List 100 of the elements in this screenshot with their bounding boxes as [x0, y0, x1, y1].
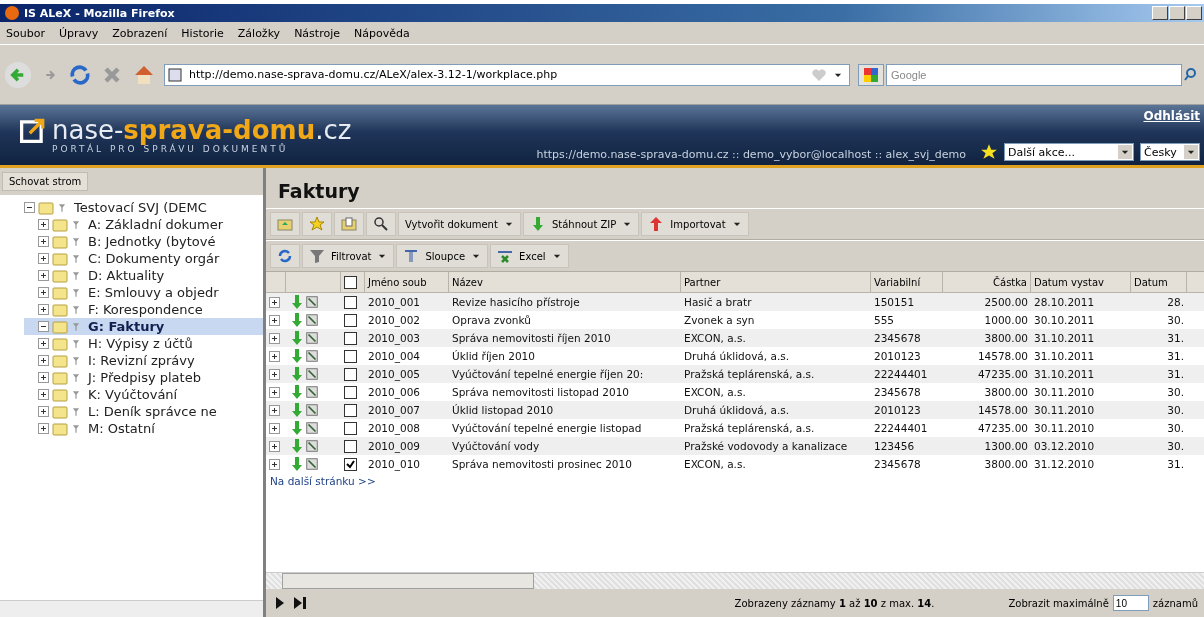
toolbar-button[interactable]: [366, 212, 396, 236]
search-field[interactable]: Google: [886, 63, 1182, 86]
expand-icon[interactable]: [38, 406, 49, 417]
row-checkbox[interactable]: [344, 349, 357, 363]
column-header[interactable]: Partner: [681, 272, 871, 292]
menu-item[interactable]: Historie: [181, 26, 224, 40]
tree-item[interactable]: B: Jednotky (bytové: [24, 233, 263, 250]
tree-item[interactable]: Testovací SVJ (DEMC: [24, 199, 263, 216]
expand-icon[interactable]: [269, 332, 280, 344]
menu-item[interactable]: Záložky: [237, 26, 281, 40]
menu-button[interactable]: Sloupce: [396, 244, 489, 268]
star-icon: [980, 143, 998, 161]
language-dropdown[interactable]: Česky: [1140, 143, 1200, 161]
expand-icon[interactable]: [38, 304, 49, 315]
tree-item[interactable]: M: Ostatní: [24, 420, 263, 437]
tree-item[interactable]: L: Deník správce ne: [24, 403, 263, 420]
tree-item[interactable]: E: Smlouvy a objedr: [24, 284, 263, 301]
expand-icon[interactable]: [38, 253, 49, 264]
row-checkbox[interactable]: [344, 385, 357, 399]
expand-icon[interactable]: [269, 314, 280, 326]
menu-item[interactable]: Úpravy: [58, 26, 99, 40]
column-header[interactable]: Částka: [943, 272, 1031, 292]
minimize-button[interactable]: [1152, 6, 1168, 20]
expand-icon[interactable]: [269, 422, 280, 434]
column-header[interactable]: Datum vystav: [1031, 272, 1131, 292]
folder-icon: [52, 403, 68, 420]
expand-icon[interactable]: [269, 458, 280, 470]
row-checkbox[interactable]: [344, 367, 357, 381]
column-header[interactable]: Datum: [1131, 272, 1187, 292]
next-page-link[interactable]: Na další stránku >>: [266, 473, 380, 489]
row-checkbox[interactable]: [344, 295, 357, 309]
search-engine-icon: [863, 66, 879, 83]
collapse-icon[interactable]: [24, 202, 35, 213]
table-cell-text: 30.: [1166, 385, 1185, 400]
column-header[interactable]: Název: [449, 272, 681, 292]
row-checkbox[interactable]: [344, 439, 357, 453]
row-checkbox[interactable]: [344, 457, 357, 471]
expand-icon[interactable]: [38, 338, 49, 349]
tree-item[interactable]: K: Vyúčtování: [24, 386, 263, 403]
column-header[interactable]: Jméno soub: [365, 272, 449, 292]
expand-icon[interactable]: [269, 440, 280, 452]
row-checkbox[interactable]: [344, 331, 357, 345]
menu-button[interactable]: Filtrovat: [302, 244, 395, 268]
close-button[interactable]: [1186, 6, 1202, 20]
toolbar-button[interactable]: [270, 244, 300, 268]
expand-icon[interactable]: [38, 355, 49, 366]
tree-item[interactable]: F: Korespondence: [24, 301, 263, 318]
row-checkbox[interactable]: [344, 403, 357, 417]
address-field[interactable]: http://demo.nase-sprava-domu.cz/ALeX/alex-3.12-1/workplace.php: [164, 63, 850, 86]
menu-item[interactable]: Nápověda: [354, 26, 410, 40]
expand-icon[interactable]: [38, 287, 49, 298]
expand-icon[interactable]: [38, 423, 49, 434]
table-cell-text: 30.: [1166, 403, 1185, 418]
menu-button[interactable]: Stáhnout ZIP: [522, 212, 640, 236]
folder-icon: [277, 216, 293, 232]
expand-icon[interactable]: [269, 404, 280, 416]
tree-item[interactable]: A: Základní dokumer: [24, 216, 263, 233]
table-cell-text: 2010_003: [367, 331, 421, 347]
column-header[interactable]: Variabilní: [871, 272, 943, 292]
row-checkbox[interactable]: [344, 421, 357, 435]
menu-button[interactable]: Excel: [490, 244, 569, 268]
max-records-field[interactable]: 10: [1112, 595, 1149, 611]
scrollbar[interactable]: [0, 600, 263, 617]
expand-icon[interactable]: [38, 389, 49, 400]
collapse-icon[interactable]: [38, 321, 49, 332]
menu-item[interactable]: Nástroje: [294, 26, 340, 40]
table-cell-text: 2010_010: [367, 457, 421, 473]
table-cell-text: 47235.00: [976, 421, 1029, 436]
maximize-button[interactable]: [1169, 6, 1185, 20]
tree-item[interactable]: G: Faktury: [24, 318, 263, 335]
hide-tree-button[interactable]: Schovat strom: [2, 172, 89, 191]
expand-icon[interactable]: [269, 368, 280, 380]
expand-icon[interactable]: [38, 236, 49, 247]
logout-link[interactable]: Odhlásit: [1143, 109, 1200, 123]
menu-item[interactable]: Zobrazení: [112, 26, 168, 40]
tree-item[interactable]: I: Revizní zprávy: [24, 352, 263, 369]
table-cell-text: 14578.00: [976, 403, 1029, 418]
tree-item[interactable]: C: Dokumenty orgár: [24, 250, 263, 267]
table-cell-text: 31.: [1166, 367, 1185, 382]
table-cell-text: 28.: [1166, 295, 1185, 310]
menu-button[interactable]: Importovat: [641, 212, 749, 236]
expand-icon[interactable]: [269, 296, 280, 308]
expand-icon[interactable]: [38, 372, 49, 383]
expand-icon[interactable]: [38, 270, 49, 281]
expand-icon[interactable]: [269, 386, 280, 398]
tree-item[interactable]: H: Výpisy z účtů: [24, 335, 263, 352]
row-checkbox[interactable]: [344, 313, 357, 327]
table-cell-text: 555: [873, 313, 896, 328]
expand-icon[interactable]: [38, 219, 49, 230]
tree-item[interactable]: D: Aktuality: [24, 267, 263, 284]
search-engine-button[interactable]: [858, 63, 884, 86]
actions-dropdown[interactable]: Další akce...: [1004, 143, 1134, 161]
table-cell-text: 30.11.2010: [1033, 403, 1096, 418]
expand-icon[interactable]: [269, 350, 280, 362]
tree-item[interactable]: J: Předpisy plateb: [24, 369, 263, 386]
select-all-checkbox[interactable]: [344, 275, 357, 289]
download-icon: [289, 438, 305, 454]
menu-button[interactable]: Vytvořit dokument: [398, 212, 521, 236]
menu-item[interactable]: Soubor: [6, 26, 45, 40]
scrollbar[interactable]: [266, 572, 1204, 589]
